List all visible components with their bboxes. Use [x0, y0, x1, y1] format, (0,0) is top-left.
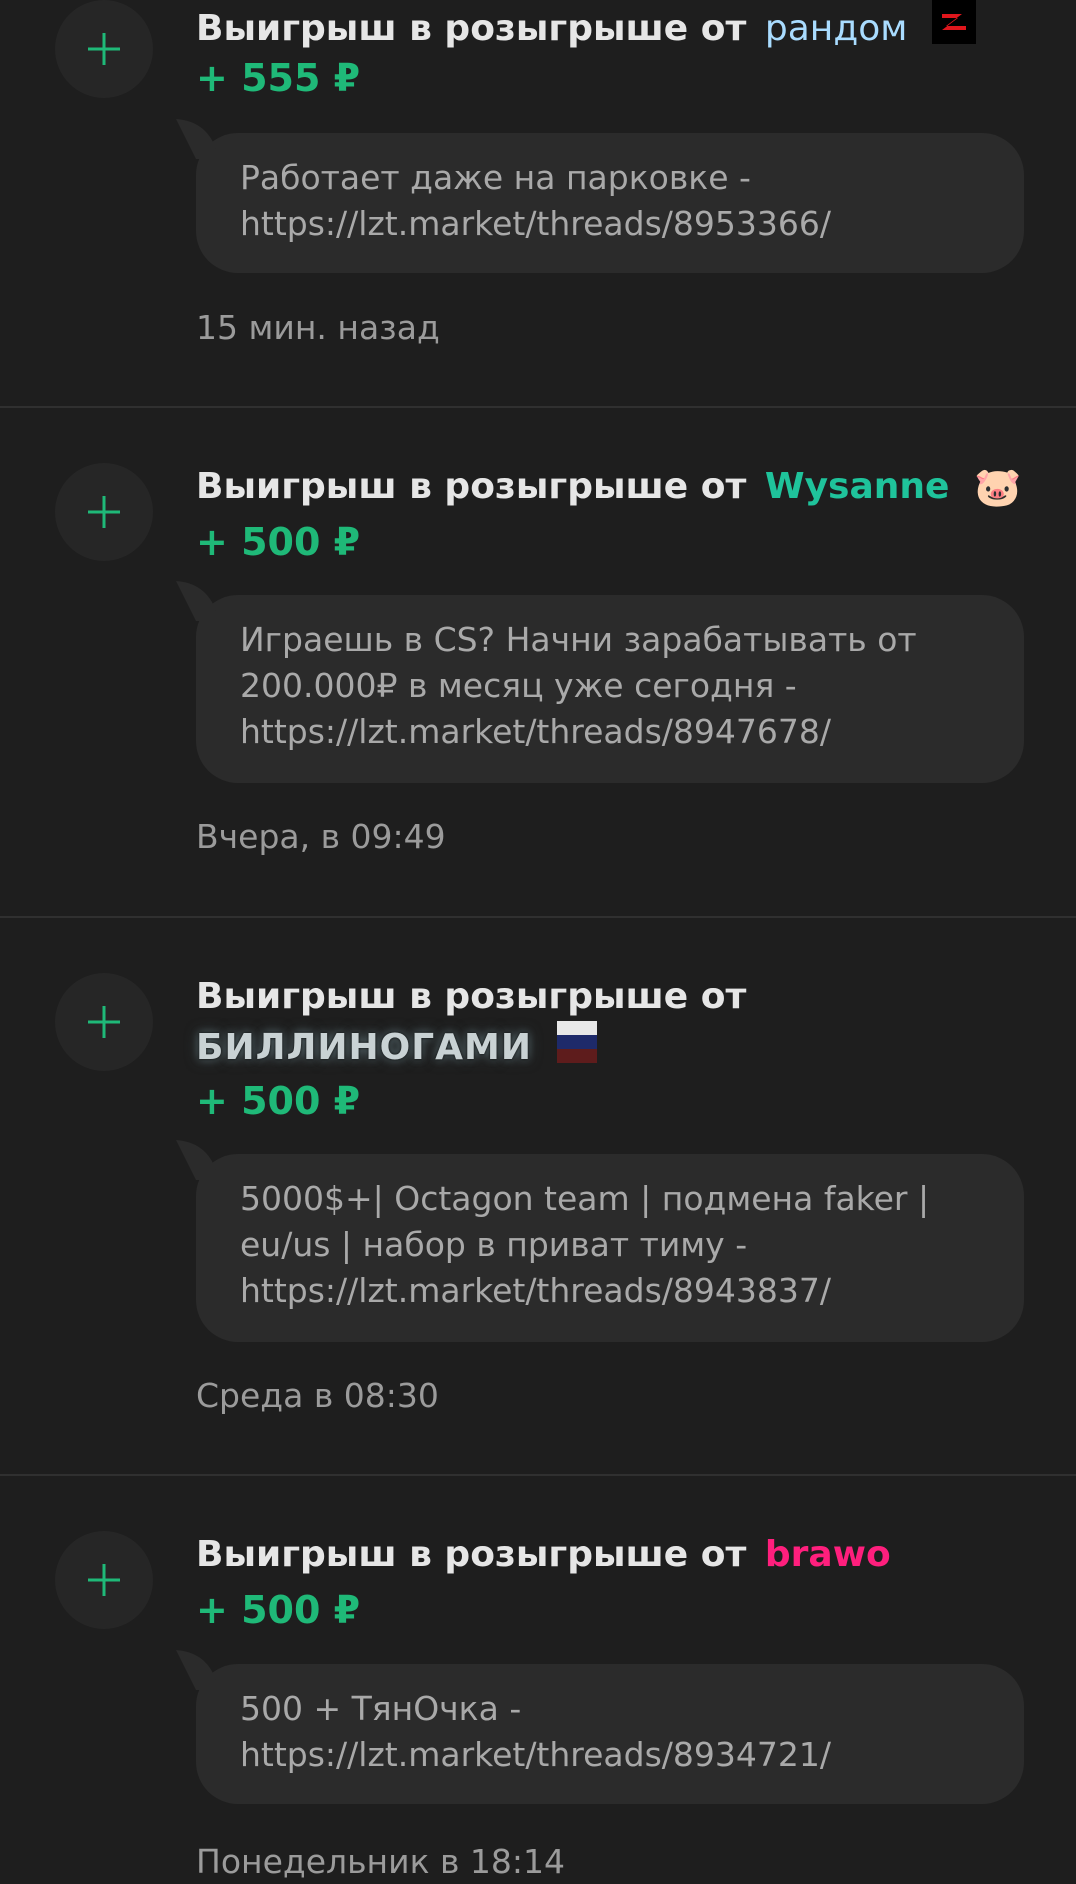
message-bubble: 500 + ТянОчка - https://lzt.market/threa…: [176, 1650, 1024, 1804]
title-prefix: Выигрыш в розыгрыше от: [196, 976, 747, 1017]
plus-icon-button: [55, 973, 153, 1071]
username-link[interactable]: brawo: [765, 1534, 891, 1575]
notifications-feed: Выигрыш в розыгрыше от рандом + 555 ₽ Ра…: [0, 0, 1076, 1881]
plus-icon: [88, 1564, 120, 1596]
plus-icon: [88, 1006, 120, 1038]
message-bubble: Работает даже на парковке - https://lzt.…: [176, 119, 1024, 273]
username-link[interactable]: Wysanne: [765, 466, 950, 507]
notification-item[interactable]: Выигрыш в розыгрыше от brawo + 500 ₽ 500…: [0, 1476, 1076, 1881]
win-amount: + 500 ₽: [196, 520, 361, 564]
win-amount: + 500 ₽: [196, 1079, 361, 1123]
message-text[interactable]: 5000$+| Octagon team | подмена faker | e…: [240, 1176, 984, 1314]
title-prefix: Выигрыш в розыгрыше от: [196, 8, 747, 49]
username-link[interactable]: рандом: [765, 8, 908, 49]
notification-title: Выигрыш в розыгрыше от brawo: [196, 1531, 1016, 1579]
timestamp: 15 мин. назад: [196, 308, 440, 347]
notification-item[interactable]: Выигрыш в розыгрыше от Wysanne 🐷 + 500 ₽…: [0, 408, 1076, 918]
username-link[interactable]: БИЛЛИНОГАМИ: [196, 1027, 532, 1068]
message-text[interactable]: 500 + ТянОчка - https://lzt.market/threa…: [240, 1686, 984, 1778]
title-prefix: Выигрыш в розыгрыше от: [196, 466, 747, 507]
message-bubble: 5000$+| Octagon team | подмена faker | e…: [176, 1140, 1024, 1342]
plus-icon-button: [55, 1531, 153, 1629]
plus-icon-button: [55, 463, 153, 561]
message-bubble: Играешь в CS? Начни зарабатывать от 200.…: [176, 581, 1024, 783]
message-text[interactable]: Работает даже на парковке - https://lzt.…: [240, 155, 984, 247]
notification-title: Выигрыш в розыгрыше от рандом: [196, 0, 1016, 57]
bubble-tail: [176, 119, 236, 159]
russia-flag-icon: [556, 1021, 597, 1076]
message-text[interactable]: Играешь в CS? Начни зарабатывать от 200.…: [240, 617, 984, 755]
red-n-badge-icon: [931, 0, 976, 57]
title-prefix: Выигрыш в розыгрыше от: [196, 1534, 747, 1575]
bubble-tail: [176, 581, 236, 621]
timestamp: Вчера, в 09:49: [196, 817, 446, 856]
notification-title-line2: БИЛЛИНОГАМИ: [196, 1021, 1016, 1076]
bubble-tail: [176, 1140, 236, 1180]
notification-title: Выигрыш в розыгрыше от: [196, 973, 1016, 1021]
plus-icon: [88, 33, 120, 65]
bubble-tail: [176, 1650, 236, 1690]
notification-item[interactable]: Выигрыш в розыгрыше от БИЛЛИНОГАМИ + 500…: [0, 918, 1076, 1476]
notification-title: Выигрыш в розыгрыше от Wysanne 🐷: [196, 463, 1021, 511]
plus-icon: [88, 496, 120, 528]
plus-icon-button: [55, 0, 153, 98]
pig-emoji-icon: 🐷: [974, 465, 1022, 509]
win-amount: + 500 ₽: [196, 1588, 361, 1632]
notification-item[interactable]: Выигрыш в розыгрыше от рандом + 555 ₽ Ра…: [0, 0, 1076, 408]
timestamp: Понедельник в 18:14: [196, 1842, 566, 1881]
timestamp: Среда в 08:30: [196, 1376, 439, 1415]
win-amount: + 555 ₽: [196, 56, 361, 100]
